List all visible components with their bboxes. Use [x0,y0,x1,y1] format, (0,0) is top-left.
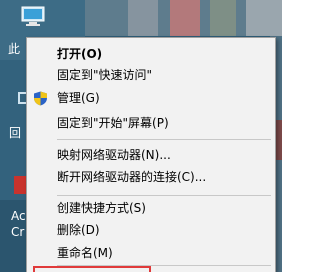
menu-item-label: 固定到"开始"屏幕(P) [57,116,169,130]
menu-item-pin-start[interactable]: 固定到"开始"屏幕(P) [27,113,275,134]
desktop-icon-label-this-pc[interactable]: 此 [8,42,20,56]
desktop-background [128,0,158,36]
menu-item-pin-quick-access[interactable]: 固定到"快速访问" [27,65,275,86]
menu-item-label: 固定到"快速访问" [57,68,153,82]
menu-item-label: 管理(G) [57,91,100,105]
menu-separator [57,139,271,140]
menu-item-label: 断开网络驱动器的连接(C)... [57,170,207,184]
desktop-background [246,0,282,36]
desktop-icon-label-recycle-bin[interactable]: 回 [9,126,21,140]
menu-item-label: 重命名(M) [57,246,113,260]
menu-item-rename[interactable]: 重命名(M) [27,243,275,264]
this-pc-icon[interactable] [20,6,46,28]
menu-item-manage[interactable]: 管理(G) [27,88,275,109]
desktop-icon-label-app-line1[interactable]: Ac [11,209,26,223]
menu-item-label: 打开(O) [57,47,103,61]
menu-item-label: 删除(D) [57,223,100,237]
highlight-annotation-box [33,266,151,272]
context-menu: 打开(O) 固定到"快速访问" 管理(G) 固定到"开始"屏幕(P) 映射网络驱… [26,37,276,272]
menu-item-label: 创建快捷方式(S) [57,201,146,215]
menu-item-open[interactable]: 打开(O) [27,44,275,65]
menu-item-label: 映射网络驱动器(N)... [57,148,171,162]
uac-shield-icon [34,91,47,106]
menu-item-map-network-drive[interactable]: 映射网络驱动器(N)... [27,145,275,166]
menu-separator [57,195,271,196]
menu-item-delete[interactable]: 删除(D) [27,220,275,241]
desktop-background [210,0,236,36]
menu-item-create-shortcut[interactable]: 创建快捷方式(S) [27,198,275,219]
desktop-icon-label-app-line2[interactable]: Cr [11,225,24,239]
menu-item-disconnect-network-drive[interactable]: 断开网络驱动器的连接(C)... [27,167,275,188]
desktop-background [170,0,200,36]
desktop: 此 回 Ac Cr 打开(O) 固定到"快速访问" 管理(G) 固定到"开始"屏… [0,0,282,272]
